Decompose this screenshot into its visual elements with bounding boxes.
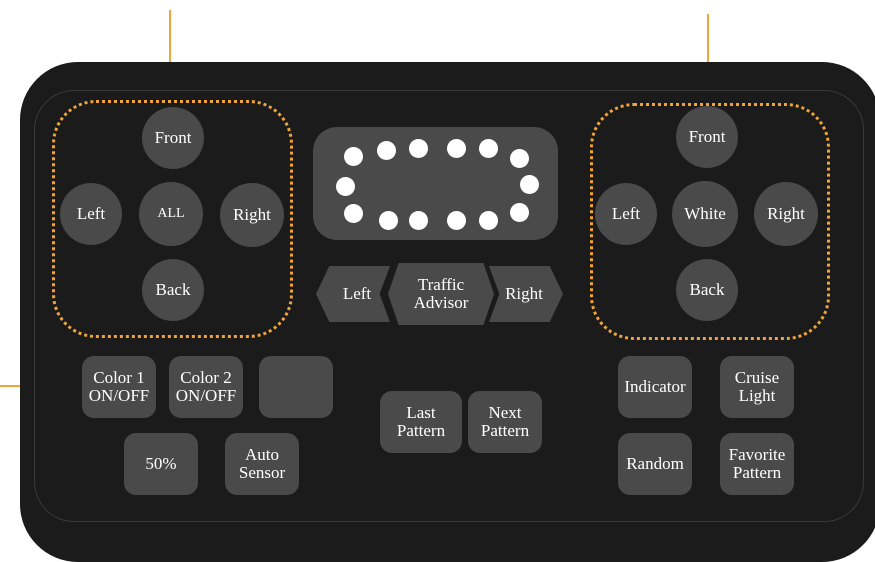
led-indicator bbox=[510, 203, 529, 222]
led-indicator bbox=[344, 204, 363, 223]
led-indicator bbox=[447, 211, 466, 230]
dim-50-button[interactable]: 50% bbox=[124, 433, 198, 495]
favorite-pattern-label: Favorite Pattern bbox=[728, 445, 786, 482]
last-pattern-label: Last Pattern bbox=[396, 403, 446, 440]
traffic-advisor-right-button[interactable]: Right bbox=[489, 266, 563, 322]
led-indicator bbox=[344, 147, 363, 166]
random-button[interactable]: Random bbox=[618, 433, 692, 495]
left-group-right-button[interactable]: Right bbox=[220, 183, 284, 247]
left-group-front-button[interactable]: Front bbox=[142, 107, 204, 169]
indicator-label: Indicator bbox=[624, 377, 686, 396]
dim-50-label: 50% bbox=[145, 454, 177, 473]
traffic-advisor-center-button[interactable]: Traffic Advisor bbox=[388, 263, 494, 325]
next-pattern-label: Next Pattern bbox=[480, 403, 530, 440]
left-group-back-button[interactable]: Back bbox=[142, 259, 204, 321]
led-indicator bbox=[520, 175, 539, 194]
left-group-all-button[interactable]: ALL bbox=[139, 182, 203, 246]
random-label: Random bbox=[626, 454, 684, 473]
favorite-pattern-button[interactable]: Favorite Pattern bbox=[720, 433, 794, 495]
traffic-advisor-right-label: Right bbox=[505, 284, 543, 303]
color1-toggle-label: Color 1 ON/OFF bbox=[88, 368, 150, 405]
led-indicator bbox=[510, 149, 529, 168]
traffic-advisor-left-button[interactable]: Left bbox=[316, 266, 390, 322]
right-group-front-button[interactable]: Front bbox=[676, 106, 738, 168]
blank-button[interactable] bbox=[259, 356, 333, 418]
color2-toggle-label: Color 2 ON/OFF bbox=[175, 368, 237, 405]
traffic-advisor-center-label: Traffic Advisor bbox=[413, 275, 469, 312]
right-group-white-button[interactable]: White bbox=[672, 181, 738, 247]
last-pattern-button[interactable]: Last Pattern bbox=[380, 391, 462, 453]
cruise-light-button[interactable]: Cruise Light bbox=[720, 356, 794, 418]
led-indicator bbox=[379, 211, 398, 230]
led-indicator bbox=[336, 177, 355, 196]
light-bar-display bbox=[313, 127, 558, 240]
traffic-advisor-left-label: Left bbox=[342, 284, 372, 303]
led-indicator bbox=[479, 139, 498, 158]
led-indicator bbox=[479, 211, 498, 230]
color2-toggle-button[interactable]: Color 2 ON/OFF bbox=[169, 356, 243, 418]
indicator-button[interactable]: Indicator bbox=[618, 356, 692, 418]
left-group-left-button[interactable]: Left bbox=[60, 183, 122, 245]
next-pattern-button[interactable]: Next Pattern bbox=[468, 391, 542, 453]
right-group-left-button[interactable]: Left bbox=[595, 183, 657, 245]
cruise-light-label: Cruise Light bbox=[734, 368, 780, 405]
auto-sensor-button[interactable]: Auto Sensor bbox=[225, 433, 299, 495]
auto-sensor-label: Auto Sensor bbox=[238, 445, 286, 482]
color1-toggle-button[interactable]: Color 1 ON/OFF bbox=[82, 356, 156, 418]
right-group-back-button[interactable]: Back bbox=[676, 259, 738, 321]
led-indicator bbox=[409, 139, 428, 158]
led-indicator bbox=[377, 141, 396, 160]
led-indicator bbox=[409, 211, 428, 230]
right-group-right-button[interactable]: Right bbox=[754, 182, 818, 246]
led-indicator bbox=[447, 139, 466, 158]
